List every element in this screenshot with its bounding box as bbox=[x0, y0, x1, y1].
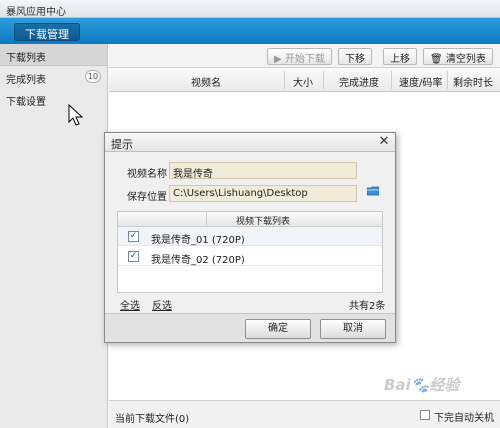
download-prompt-dialog: 提示 ✕ 视频名称 我是传奇 保存位置 C:\Users\Lishuang\De… bbox=[104, 132, 396, 343]
baidu-watermark-logo: Bai🐾经验 bbox=[384, 376, 460, 394]
mouse-cursor-icon bbox=[68, 104, 84, 126]
save-path-field[interactable]: C:\Users\Lishuang\Desktop bbox=[169, 185, 357, 202]
video-download-list: 视频下载列表 ✓ 我是传奇_01 (720P) ✓ 我是传奇_02 (720P) bbox=[117, 211, 383, 293]
window-titlebar: 暴风应用中心 bbox=[0, 0, 500, 18]
item-label: 我是传奇_01 (720P) bbox=[151, 235, 245, 246]
list-header: 视频下载列表 bbox=[118, 212, 382, 227]
video-name-field[interactable]: 我是传奇 bbox=[169, 162, 357, 179]
list-item[interactable]: ✓ 我是传奇_01 (720P) bbox=[118, 227, 382, 246]
column-header-progress[interactable]: 完成进度 bbox=[339, 74, 379, 89]
auto-shutdown-checkbox[interactable] bbox=[420, 410, 430, 420]
clear-list-button[interactable]: 🗑 清空列表 bbox=[423, 48, 493, 65]
dialog-titlebar: 提示 ✕ bbox=[105, 133, 395, 152]
trash-icon: 🗑 bbox=[430, 54, 443, 65]
column-header-size[interactable]: 大小 bbox=[293, 74, 313, 89]
column-header-remaining[interactable]: 剩余时长 bbox=[453, 74, 493, 89]
move-down-button[interactable]: 下移 bbox=[338, 48, 372, 65]
sidebar-item-download-list[interactable]: 下载列表 bbox=[0, 44, 107, 66]
tab-download-manager[interactable]: 下载管理 bbox=[14, 23, 80, 41]
count-badge: 10 bbox=[85, 70, 101, 83]
sidebar: 下载列表 完成列表 10 下载设置 bbox=[0, 44, 108, 428]
dialog-footer: 确定 取消 bbox=[105, 313, 395, 342]
list-header-title: 视频下载列表 bbox=[236, 217, 291, 227]
dialog-title: 提示 bbox=[111, 138, 133, 151]
sidebar-item-completed-list[interactable]: 完成列表 10 bbox=[0, 66, 107, 88]
status-bar: 当前下载文件(0) 下完自动关机 bbox=[109, 400, 500, 428]
invert-selection-link[interactable]: 反选 bbox=[152, 297, 172, 312]
sidebar-item-label: 下载列表 bbox=[6, 53, 46, 64]
close-icon[interactable]: ✕ bbox=[375, 135, 393, 150]
video-name-label: 视频名称 bbox=[127, 169, 167, 180]
column-header-name[interactable]: 视频名 bbox=[191, 74, 221, 89]
cancel-button[interactable]: 取消 bbox=[320, 319, 386, 339]
download-table-header: 视频名 大小 完成进度 速度/码率 剩余时长 bbox=[109, 68, 500, 92]
sidebar-item-label: 下载设置 bbox=[6, 97, 46, 108]
current-download-text: 当前下载文件(0) bbox=[115, 414, 190, 425]
move-up-button[interactable]: 上移 bbox=[383, 48, 417, 65]
item-checkbox[interactable]: ✓ bbox=[128, 251, 139, 262]
sidebar-item-label: 完成列表 bbox=[6, 75, 46, 86]
item-checkbox[interactable]: ✓ bbox=[128, 231, 139, 242]
column-header-speed[interactable]: 速度/码率 bbox=[399, 74, 442, 89]
item-label: 我是传奇_02 (720P) bbox=[151, 255, 245, 266]
toolbar: ▶ 开始下载 下移 上移 🗑 清空列表 bbox=[109, 44, 500, 68]
folder-icon[interactable] bbox=[367, 186, 379, 196]
app-title: 暴风应用中心 bbox=[6, 7, 66, 18]
sidebar-item-download-settings[interactable]: 下载设置 bbox=[0, 88, 107, 110]
ok-button[interactable]: 确定 bbox=[245, 319, 311, 339]
save-path-label: 保存位置 bbox=[127, 192, 167, 203]
select-all-link[interactable]: 全选 bbox=[120, 297, 140, 312]
auto-shutdown-label: 下完自动关机 bbox=[434, 413, 494, 424]
list-item[interactable]: ✓ 我是传奇_02 (720P) bbox=[118, 247, 382, 266]
start-download-button[interactable]: ▶ 开始下载 bbox=[267, 48, 332, 65]
item-count-text: 共有2条 bbox=[349, 301, 386, 312]
nav-bar: 下载管理 bbox=[0, 18, 500, 44]
play-icon: ▶ bbox=[274, 54, 282, 65]
